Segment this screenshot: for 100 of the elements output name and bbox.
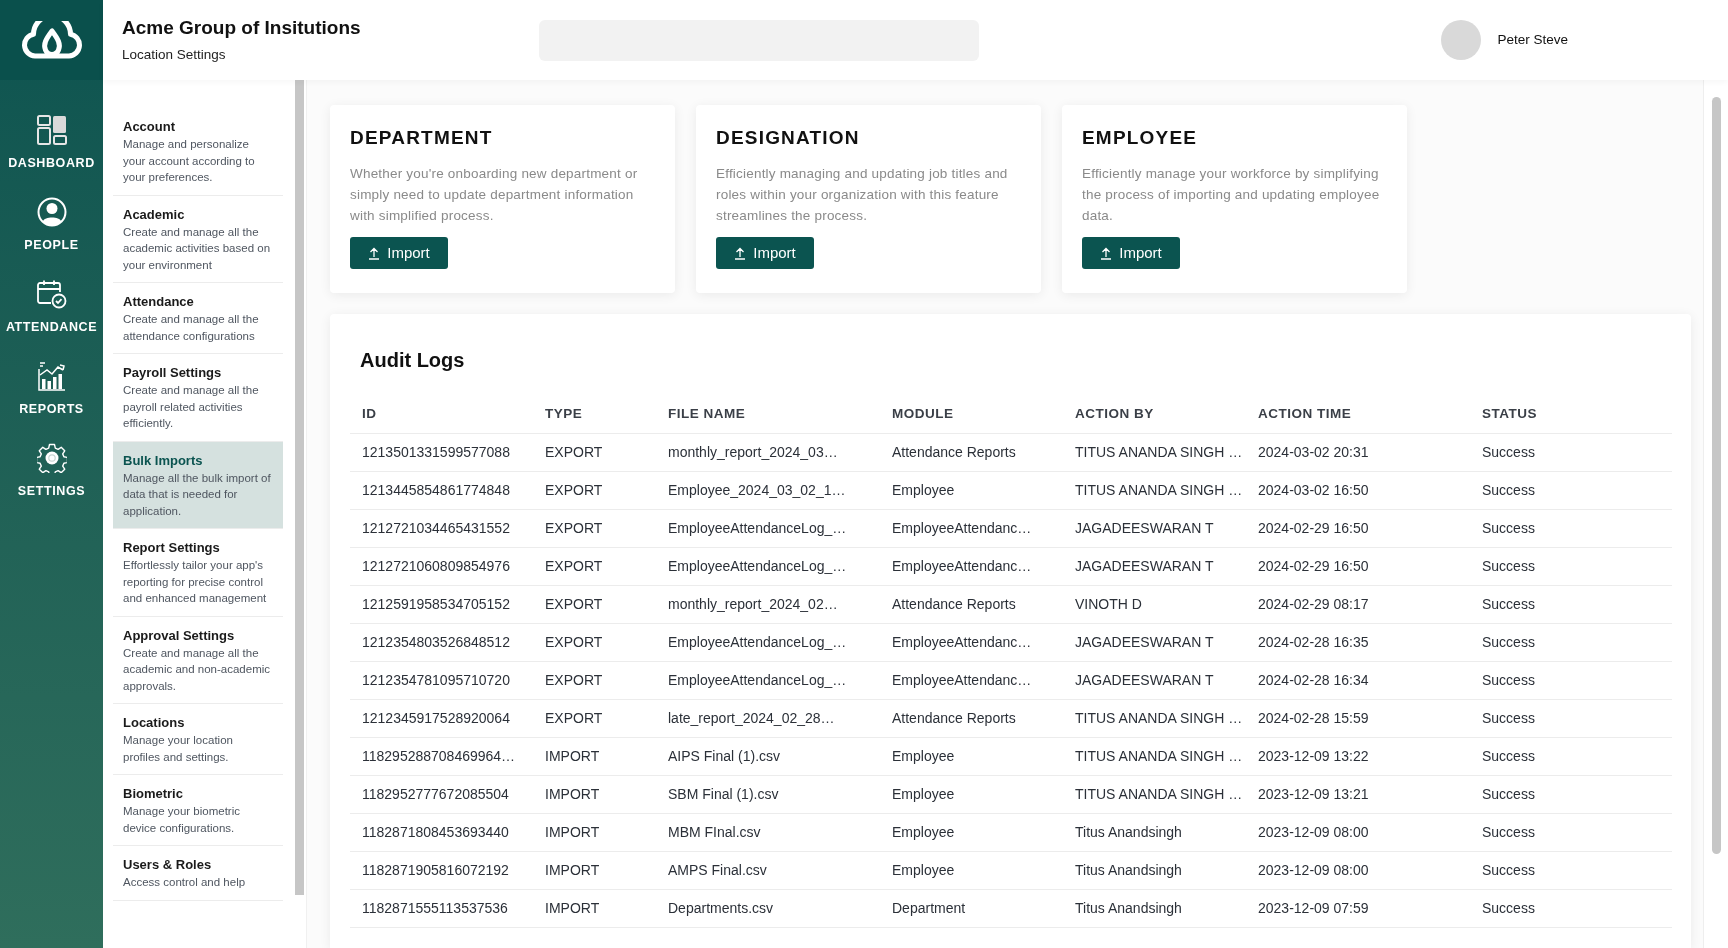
table-cell-text: AMPS Final.csv: [667, 861, 768, 880]
organization-title: Acme Group of Insitutions: [122, 17, 362, 39]
menu-item-title: Biometric: [123, 786, 184, 802]
upload-icon: [734, 246, 747, 260]
table-cell-text: Attendance Reports: [891, 595, 1017, 614]
table-cell-text: EXPORT: [544, 595, 604, 614]
table-cell-text: 1212354803526848512: [361, 633, 511, 652]
user-name: Peter Steve: [1497, 30, 1568, 49]
settings-menu-item[interactable]: Bulk Imports Manage all the bulk import of data that is needed for application.: [113, 441, 283, 529]
nav-item[interactable]: PEOPLE: [0, 197, 103, 253]
import-button[interactable]: Import: [350, 237, 448, 269]
logo-icon: [20, 21, 83, 59]
table-cell-text: 2024-03-02 20:31: [1257, 443, 1370, 462]
table-cell-text: Titus Anandsingh: [1074, 899, 1183, 918]
table-cell-text: EmployeeAttendanceLog_…: [667, 671, 848, 690]
menu-item-title: Users & Roles: [123, 857, 213, 873]
table-cell-text: 2023-12-09 13:21: [1257, 785, 1370, 804]
table-cell-text: Employee: [891, 481, 956, 500]
table-cell-text: TITUS ANANDA SINGH …: [1074, 747, 1244, 766]
table-cell-text: Success: [1481, 899, 1536, 918]
table-cell-text: 2024-03-02 16:50: [1257, 481, 1370, 500]
table-cell-text: EmployeeAttendanc…: [891, 557, 1033, 576]
table-cell-text: Success: [1481, 861, 1536, 880]
table-cell-text: TITUS ANANDA SINGH …: [1074, 709, 1244, 728]
table-cell-text: 1182871808453693440: [361, 823, 510, 842]
table-cell-text: monthly_report_2024_02…: [667, 595, 839, 614]
table-cell-text: EXPORT: [544, 443, 604, 462]
menu-item-description: Manage your biometric device configurations.: [123, 804, 241, 836]
table-cell-text: 2023-12-09 07:59: [1257, 899, 1370, 918]
table-cell-text: JAGADEESWARAN T: [1074, 633, 1215, 652]
card-description: Efficiently manage your workforce by simplifying the process of importing and updating employee data.: [1082, 165, 1381, 225]
menu-item-title: Payroll Settings: [123, 365, 223, 381]
table-cell-text: EmployeeAttendanc…: [891, 519, 1033, 538]
table-cell-text: EmployeeAttendanceLog_…: [667, 557, 848, 576]
table-cell-text: Employee: [891, 861, 956, 880]
table-cell-text: Success: [1481, 443, 1536, 462]
table-cell-text: 2024-02-29 08:17: [1257, 595, 1370, 614]
card-title: DEPARTMENT: [350, 127, 494, 149]
calendar-check-icon: [36, 279, 67, 309]
table-cell-text: AIPS Final (1).csv: [667, 747, 782, 766]
table-cell-text: 1212721034465431552: [361, 519, 511, 538]
table-cell-text: Success: [1481, 709, 1536, 728]
table-cell-text: Titus Anandsingh: [1074, 861, 1183, 880]
column-header: ACTION BY: [1074, 405, 1155, 424]
table-cell-text: 2024-02-28 16:35: [1257, 633, 1370, 652]
column-header: TYPE: [544, 405, 584, 424]
card-title: DESIGNATION: [716, 127, 861, 149]
table-cell-text: 1182871555113537536: [361, 899, 509, 918]
scrollbar-thumb[interactable]: [1711, 97, 1721, 854]
upload-icon: [368, 246, 381, 260]
nav-item[interactable]: ATTENDANCE: [0, 279, 103, 335]
table-cell-text: IMPORT: [544, 785, 601, 804]
table-cell-text: EmployeeAttendanc…: [891, 671, 1033, 690]
menu-item-description: Create and manage all the attendance configurations: [123, 312, 260, 344]
menu-item-description: Manage and personalize your account according to your preferences.: [123, 137, 256, 185]
table-cell-text: 1182952777672085504: [361, 785, 510, 804]
table-cell-text: TITUS ANANDA SINGH …: [1074, 785, 1244, 804]
column-header: FILE NAME: [667, 405, 747, 424]
user-circle-icon: [36, 197, 67, 227]
table-cell-text: SBM Final (1).csv: [667, 785, 780, 804]
card-title: EMPLOYEE: [1082, 127, 1199, 149]
table-cell-text: Attendance Reports: [891, 709, 1017, 728]
table-cell-text: 1213501331599577088: [361, 443, 511, 462]
menu-item-title: Approval Settings: [123, 627, 236, 644]
menu-item-title: Attendance: [123, 294, 195, 310]
import-button[interactable]: Import: [1082, 237, 1180, 269]
import-button[interactable]: Import: [716, 237, 814, 269]
menu-item-description: Create and manage all the academic activities based on your environment: [123, 224, 272, 273]
table-cell-text: 2023-12-09 13:22: [1257, 747, 1370, 766]
table-cell-text: 2024-02-28 15:59: [1257, 709, 1370, 728]
nav-item[interactable]: DASHBOARD: [0, 115, 103, 171]
table-cell-text: JAGADEESWARAN T: [1074, 671, 1215, 690]
table-cell-text: EXPORT: [544, 557, 604, 576]
nav-item[interactable]: REPORTS: [0, 361, 103, 417]
table-cell-text: JAGADEESWARAN T: [1074, 557, 1215, 576]
column-header: STATUS: [1481, 405, 1538, 424]
scrollbar-thumb[interactable]: [295, 80, 304, 895]
menu-item-title: Report Settings: [123, 540, 221, 556]
table-cell-text: 1212354781095710720: [361, 671, 511, 690]
table-cell-text: Employee_2024_03_02_1…: [667, 481, 847, 500]
table-cell-text: EmployeeAttendanceLog_…: [667, 633, 848, 652]
table-cell-text: EXPORT: [544, 633, 604, 652]
table-cell-text: EmployeeAttendanc…: [891, 633, 1033, 652]
card-description: Whether you're onboarding new department or simply need to update department information with simplified process.: [350, 165, 639, 225]
table-cell-text: 2023-12-09 08:00: [1257, 823, 1370, 842]
table-cell-text: Departments.csv: [667, 899, 775, 918]
table-cell-text: 1212721060809854976: [361, 557, 511, 576]
column-header: ACTION TIME: [1257, 405, 1353, 424]
menu-item-description: Create and manage all the payroll related activities efficiently.: [123, 383, 260, 431]
column-header: MODULE: [891, 405, 955, 424]
table-cell-text: Success: [1481, 633, 1536, 652]
table-cell-text: Success: [1481, 823, 1536, 842]
table-cell-text: Titus Anandsingh: [1074, 823, 1183, 842]
upload-icon: [1100, 246, 1113, 260]
menu-item-title: Bulk Imports: [123, 452, 204, 469]
nav-item[interactable]: SETTINGS: [0, 443, 103, 499]
table-cell-text: 1182871905816072192: [361, 861, 510, 880]
bar-chart-icon: [36, 361, 67, 391]
table-cell-text: monthly_report_2024_03…: [667, 443, 839, 462]
table-cell-text: Success: [1481, 595, 1536, 614]
